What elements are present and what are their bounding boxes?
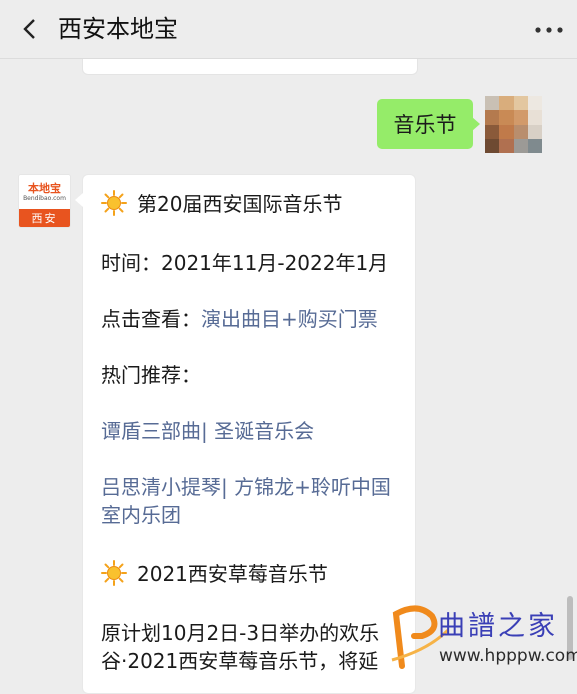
chamber-orchestra-link[interactable]: 方锦龙+聆听中国 (234, 475, 391, 499)
separator: | (221, 475, 235, 499)
body-text-line-2: 谷·2021西安草莓音乐节，将延 (101, 649, 379, 673)
body-text-line-1: 原计划10月2日-3日举办的欢乐 (101, 621, 380, 645)
section-title-1: 第20届西安国际音乐节 (101, 190, 342, 218)
violin-link[interactable]: 吕思清小提琴 (101, 475, 221, 499)
recommend-line-1: 谭盾三部曲| 圣诞音乐会 (101, 417, 314, 445)
bot-logo-text: 本地宝 (28, 181, 61, 195)
section-title-2: 2021西安草莓音乐节 (101, 560, 328, 588)
bot-city-label: 西安 (19, 209, 70, 227)
bot-logo-subtext: Bendibao.com (23, 194, 66, 202)
tan-dun-link[interactable]: 谭盾三部曲 (101, 419, 201, 443)
watermark-text: 曲譜之家 (438, 611, 558, 642)
time-line: 时间：2021年11月-2022年1月 (101, 251, 389, 275)
bot-message-bubble: 第20届西安国际音乐节 时间：2021年11月-2022年1月 点击查看：演出曲… (75, 174, 416, 694)
watermark-url: www.hpppw.com (439, 646, 577, 666)
view-line: 点击查看：演出曲目+购买门票 (101, 305, 378, 333)
chat-title: 西安本地宝 (58, 15, 178, 43)
christmas-concert-link[interactable]: 圣诞音乐会 (214, 419, 314, 443)
chat-header: 西安本地宝 (0, 0, 577, 59)
bot-avatar[interactable]: 本地宝 Bendibao.com 西安 (18, 174, 71, 228)
my-avatar[interactable] (485, 96, 542, 153)
sun-icon (101, 560, 127, 586)
view-label: 点击查看： (101, 307, 201, 331)
section-title-2-text: 2021西安草莓音乐节 (137, 562, 328, 586)
recommend-line-2: 吕思清小提琴| 方锦龙+聆听中国 (101, 473, 391, 501)
separator: | (201, 419, 215, 443)
my-message-bubble[interactable]: 音乐节 (377, 99, 480, 149)
hot-label: 热门推荐： (101, 363, 201, 387)
chevron-left-icon (23, 19, 35, 39)
tickets-link[interactable]: 演出曲目+购买门票 (201, 307, 378, 331)
more-dots-icon (535, 27, 563, 33)
sun-icon (101, 190, 127, 216)
more-button[interactable] (533, 22, 565, 38)
section-title-1-text: 第20届西安国际音乐节 (137, 192, 343, 216)
chamber-orchestra-link-cont[interactable]: 室内乐团 (101, 501, 181, 529)
back-button[interactable] (14, 14, 44, 44)
